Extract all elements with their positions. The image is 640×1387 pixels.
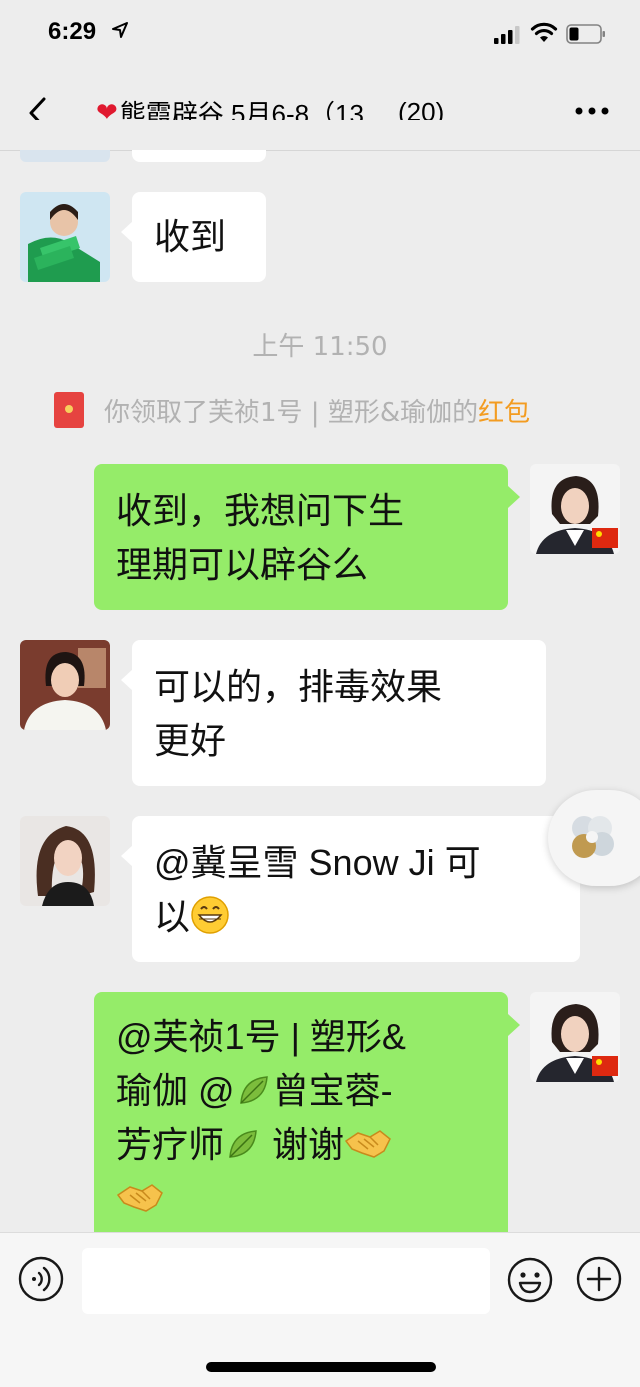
message-bubble: 收到	[132, 192, 266, 282]
plus-icon[interactable]	[576, 1256, 622, 1302]
bubble-tail	[508, 1014, 520, 1036]
message-bubble: 收到，我想问下生 理期可以辟谷么	[94, 464, 508, 610]
avatar-image	[20, 816, 110, 906]
home-indicator	[206, 1362, 436, 1372]
more-options-icon[interactable]	[574, 104, 610, 118]
message-line: 瑜伽 @ 曾宝蓉-	[116, 1064, 486, 1118]
status-time: 6:29	[48, 18, 97, 45]
message-text: 以	[154, 896, 191, 937]
flower-icon	[572, 816, 614, 858]
emoji-icon[interactable]	[506, 1256, 554, 1304]
message-text: 瑜伽 @	[116, 1070, 235, 1111]
message-line: 理期可以辟谷么	[116, 544, 369, 585]
avatar-image	[20, 192, 110, 282]
timestamp: 上午 11:50	[252, 332, 388, 362]
red-packet-link[interactable]: 红包	[478, 392, 530, 429]
grinning-face-icon	[191, 896, 229, 934]
bubble-tail	[508, 486, 520, 508]
message-text: 收到	[154, 216, 227, 257]
system-message-text: 你领取了芙祯1号 | 塑形&瑜伽的	[104, 397, 479, 428]
avatar[interactable]	[530, 992, 620, 1082]
message-line: 收到，我想问下生	[116, 490, 405, 531]
message-line: 以	[154, 890, 558, 944]
message-line: 芳疗师 谢谢	[116, 1118, 486, 1172]
avatar[interactable]	[20, 640, 110, 730]
avatar-image	[530, 464, 620, 554]
avatar-image	[20, 640, 110, 730]
message-line: 可以的，排毒效果	[154, 666, 443, 707]
message-line	[116, 1172, 486, 1226]
handshake-icon	[116, 1184, 163, 1212]
message-bubble: @芙祯1号 | 塑形& 瑜伽 @ 曾宝蓉- 芳疗师 谢谢	[94, 992, 508, 1252]
avatar[interactable]	[20, 816, 110, 906]
nav-bar-background	[0, 120, 640, 150]
red-packet-icon	[54, 392, 84, 428]
message-line: @冀呈雪 Snow Ji 可	[154, 842, 481, 883]
herb-icon	[239, 1076, 268, 1104]
message-bubble: @冀呈雪 Snow Ji 可 以	[132, 816, 580, 962]
signal-icon	[494, 26, 520, 44]
message-input[interactable]	[82, 1248, 490, 1314]
herb-icon	[229, 1130, 257, 1158]
wifi-icon	[530, 22, 558, 42]
avatar-image	[530, 992, 620, 1082]
message-text: 芳疗师	[116, 1124, 225, 1165]
message-text: 曾宝蓉-	[272, 1070, 393, 1111]
message-line: @芙祯1号 | 塑形&	[116, 1016, 406, 1057]
handshake-icon	[344, 1130, 391, 1158]
location-arrow-icon	[112, 22, 128, 38]
message-bubble: 可以的，排毒效果 更好	[132, 640, 546, 786]
avatar[interactable]	[20, 192, 110, 282]
battery-icon	[566, 24, 605, 44]
floating-mini-program-button[interactable]	[548, 790, 640, 886]
avatar[interactable]	[530, 464, 620, 554]
voice-input-icon[interactable]	[18, 1256, 64, 1302]
message-text: 谢谢	[272, 1124, 345, 1165]
system-message: 你领取了芙祯1号 | 塑形&瑜伽的 红包	[54, 392, 530, 428]
message-line: 更好	[154, 720, 227, 761]
